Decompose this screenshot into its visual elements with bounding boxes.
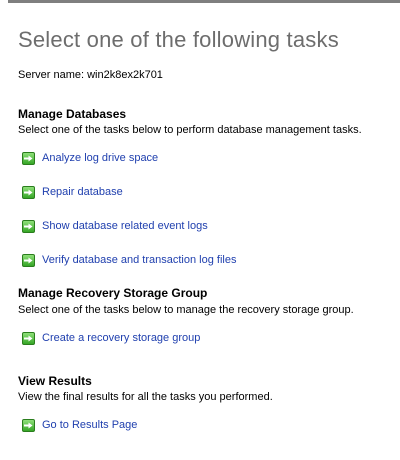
section-heading-manage-databases: Manage Databases (18, 107, 127, 121)
green-arrow-icon (22, 253, 35, 267)
green-arrow-icon (22, 418, 35, 432)
task-link-label[interactable]: Analyze log drive space (42, 152, 158, 164)
task-link-label[interactable]: Repair database (42, 186, 123, 198)
page-title: Select one of the following tasks (18, 27, 339, 52)
task-analyze-log-drive-space[interactable]: Analyze log drive space (22, 151, 158, 165)
green-arrow-icon (22, 185, 35, 199)
task-repair-database[interactable]: Repair database (22, 185, 123, 199)
task-verify-database-and-log-files[interactable]: Verify database and transaction log file… (22, 253, 236, 267)
server-name-label: Server name: (18, 69, 85, 81)
green-arrow-icon (22, 151, 35, 165)
section-description-manage-databases: Select one of the tasks below to perform… (18, 124, 362, 136)
server-name-line: Server name: win2k8ex2k701 (18, 69, 163, 81)
top-divider (8, 0, 400, 3)
task-link-label[interactable]: Show database related event logs (42, 220, 208, 232)
task-go-to-results-page[interactable]: Go to Results Page (22, 418, 137, 432)
task-link-label[interactable]: Verify database and transaction log file… (42, 254, 236, 266)
section-description-manage-recovery-storage-group: Select one of the tasks below to manage … (18, 304, 354, 316)
task-show-database-event-logs[interactable]: Show database related event logs (22, 219, 208, 233)
green-arrow-icon (22, 331, 35, 345)
task-link-label[interactable]: Go to Results Page (42, 419, 137, 431)
task-create-recovery-storage-group[interactable]: Create a recovery storage group (22, 331, 200, 345)
section-heading-manage-recovery-storage-group: Manage Recovery Storage Group (18, 286, 208, 300)
section-heading-view-results: View Results (18, 374, 92, 388)
green-arrow-icon (22, 219, 35, 233)
task-link-label[interactable]: Create a recovery storage group (42, 332, 200, 344)
server-name-value: win2k8ex2k701 (87, 69, 163, 81)
section-description-view-results: View the final results for all the tasks… (18, 391, 273, 403)
